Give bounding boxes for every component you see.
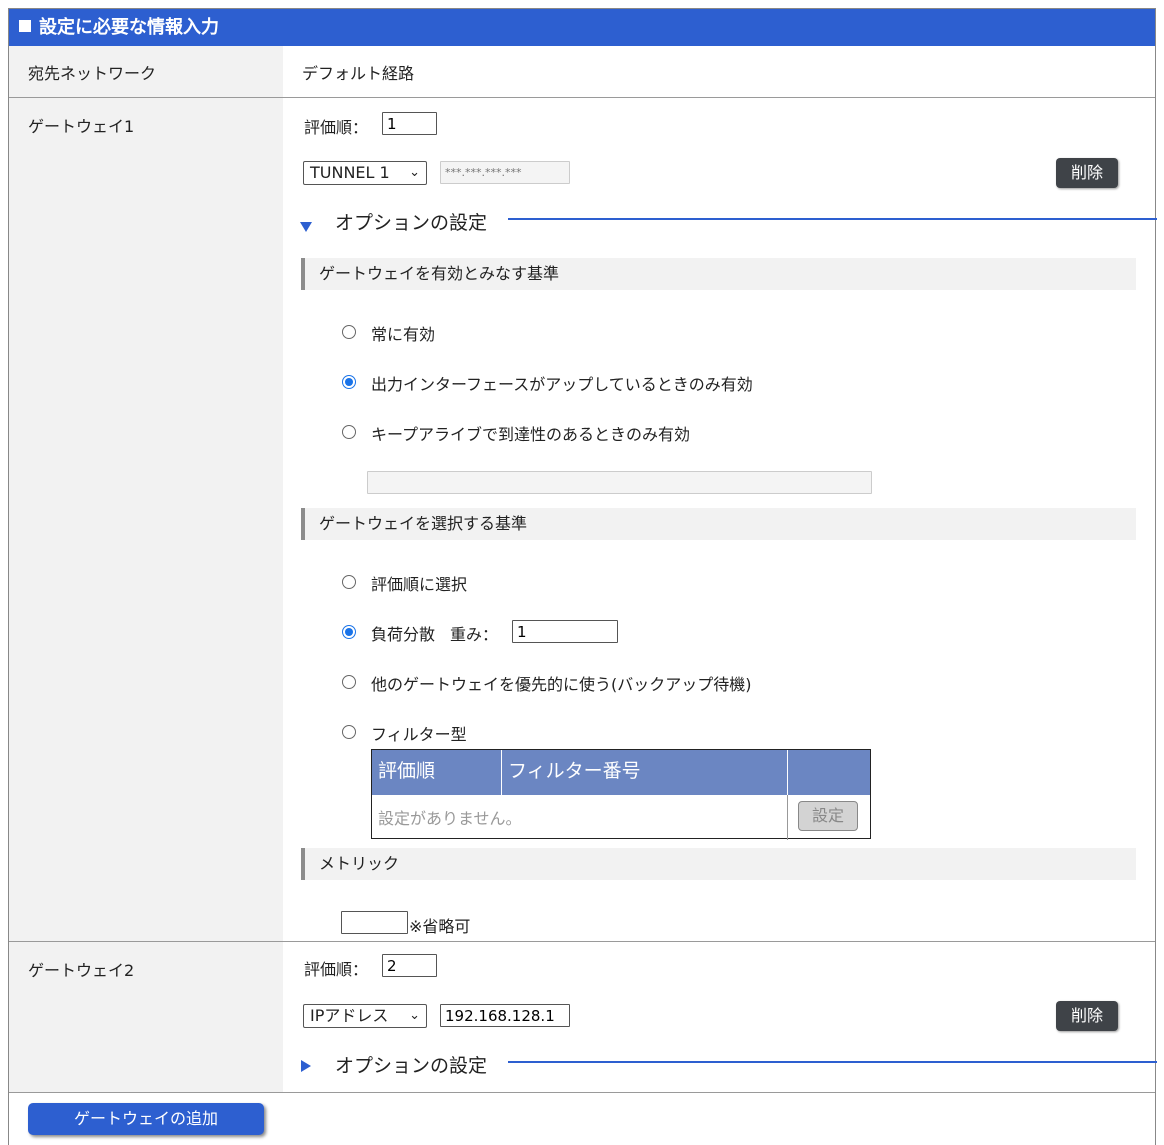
gateway1-delete-button[interactable]: 削除 — [1056, 158, 1118, 188]
valid-criteria-title: ゲートウェイを有効とみなす基準 — [319, 264, 560, 283]
destination-label: 宛先ネットワーク — [28, 64, 157, 83]
gateway1-type-select[interactable]: TUNNEL 1 ⌄ — [303, 161, 427, 185]
gateway2-row: ゲートウェイ2 評価順： IPアドレス ⌄ 削除 オプションの設定 — [9, 942, 1157, 1093]
metric-note: ※省略可 — [409, 917, 471, 936]
gateway2-label: ゲートウェイ2 — [28, 961, 135, 980]
gateway1-label-cell: ゲートウェイ1 — [9, 98, 283, 941]
filter-set-button[interactable]: 設定 — [798, 801, 858, 831]
destination-value: デフォルト経路 — [302, 64, 415, 83]
gateway2-priority-label: 評価順： — [304, 960, 369, 979]
filter-table-body: 設定がありません。 設定 — [372, 795, 870, 840]
gateway1-type-selected: TUNNEL 1 — [310, 163, 390, 182]
radio-keepalive-label: キープアライブで到達性のあるときのみ有効 — [371, 425, 691, 444]
table-divider — [787, 795, 788, 840]
options-divider — [508, 1061, 1157, 1063]
radio-filter-label: フィルター型 — [371, 725, 467, 744]
gateway1-priority-input[interactable] — [382, 112, 437, 135]
gateway1-row: ゲートウェイ1 評価順： TUNNEL 1 ⌄ 削除 オプションの設定 ゲートウ… — [9, 98, 1157, 942]
select-criteria-title: ゲートウェイを選択する基準 — [319, 514, 528, 533]
filter-table-header: 評価順 フィルター番号 — [372, 750, 870, 795]
gateway2-delete-button[interactable]: 削除 — [1056, 1001, 1118, 1031]
section-title: 設定に必要な情報入力 — [39, 17, 219, 38]
gateway1-label: ゲートウェイ1 — [28, 117, 135, 136]
column-priority: 評価順 — [372, 750, 502, 795]
radio-priority-select-label: 評価順に選択 — [371, 575, 468, 594]
destination-label-cell: 宛先ネットワーク — [9, 46, 283, 97]
metric-section: メトリック — [301, 848, 1136, 880]
radio-filter[interactable] — [342, 725, 356, 739]
gateway1-address-input[interactable] — [440, 161, 570, 184]
gateway1-options-toggle[interactable]: オプションの設定 — [335, 208, 487, 235]
radio-interface-up-label: 出力インターフェースがアップしているときのみ有効 — [371, 375, 753, 394]
gateway2-type-selected: IPアドレス — [310, 1006, 389, 1025]
chevron-down-icon: ⌄ — [409, 1008, 420, 1023]
collapsed-triangle-icon[interactable] — [301, 1060, 311, 1072]
metric-title: メトリック — [319, 854, 400, 873]
filter-table: 評価順 フィルター番号 設定がありません。 設定 — [371, 749, 871, 840]
radio-load-balance[interactable] — [342, 625, 356, 639]
select-criteria-section: ゲートウェイを選択する基準 — [301, 508, 1136, 540]
options-divider — [508, 218, 1157, 220]
gateway1-priority-label: 評価順： — [304, 118, 369, 137]
radio-always-valid[interactable] — [342, 325, 356, 339]
add-gateway-button[interactable]: ゲートウェイの追加 — [28, 1103, 264, 1135]
gateway2-type-select[interactable]: IPアドレス ⌄ — [303, 1004, 427, 1028]
expanded-triangle-icon[interactable] — [300, 222, 312, 232]
radio-interface-up[interactable] — [342, 375, 356, 389]
radio-always-valid-label: 常に有効 — [371, 325, 436, 344]
destination-value-cell: デフォルト経路 — [283, 46, 1155, 97]
valid-criteria-section: ゲートウェイを有効とみなす基準 — [301, 258, 1136, 290]
column-action — [788, 750, 872, 795]
gateway2-priority-input[interactable] — [382, 954, 437, 977]
radio-backup-label: 他のゲートウェイを優先的に使う(バックアップ待機) — [371, 675, 752, 694]
weight-input[interactable] — [512, 620, 618, 643]
gateway1-value-cell: 評価順： TUNNEL 1 ⌄ 削除 オプションの設定 ゲートウェイを有効とみな… — [283, 98, 1157, 941]
filter-table-empty: 設定がありません。 — [378, 809, 522, 828]
gateway2-options-toggle[interactable]: オプションの設定 — [335, 1051, 487, 1078]
column-filter-number: フィルター番号 — [502, 750, 788, 795]
chevron-down-icon: ⌄ — [409, 165, 420, 180]
gateway2-value-cell: 評価順： IPアドレス ⌄ 削除 オプションの設定 — [283, 942, 1157, 1092]
keepalive-select[interactable] — [367, 471, 872, 494]
radio-load-balance-label: 負荷分散 — [371, 625, 436, 644]
gateway2-label-cell: ゲートウェイ2 — [9, 942, 283, 1092]
destination-row: 宛先ネットワーク デフォルト経路 — [9, 46, 1155, 98]
metric-input[interactable] — [341, 911, 408, 934]
radio-keepalive[interactable] — [342, 425, 356, 439]
settings-panel: 設定に必要な情報入力 宛先ネットワーク デフォルト経路 ゲートウェイ1 評価順：… — [8, 8, 1157, 1145]
radio-backup[interactable] — [342, 675, 356, 689]
gateway2-address-input[interactable] — [440, 1004, 570, 1027]
section-header: 設定に必要な情報入力 — [9, 9, 1155, 46]
square-icon — [19, 20, 31, 32]
radio-priority-select[interactable] — [342, 575, 356, 589]
weight-label: 重み： — [450, 625, 499, 644]
